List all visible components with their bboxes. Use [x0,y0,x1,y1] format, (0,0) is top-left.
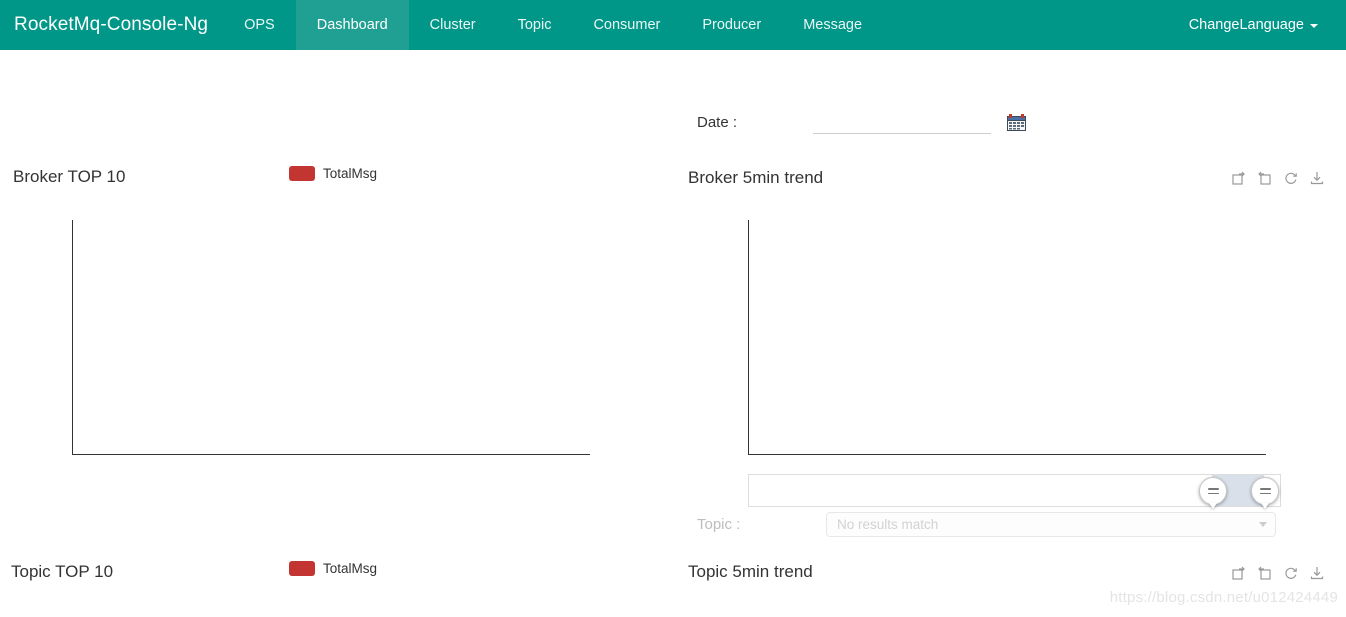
nav-item-producer[interactable]: Producer [681,0,782,50]
save-image-icon[interactable] [1309,170,1325,186]
x-axis-line [72,454,590,455]
data-zoom-handle-left[interactable] [1199,477,1227,505]
broker-top10-title: Broker TOP 10 [13,167,126,186]
brand-logo[interactable]: RocketMq-Console-Ng [0,0,223,50]
calendar-icon[interactable] [1007,113,1027,131]
legend-swatch-icon [289,561,315,576]
grip-line-icon [1207,492,1219,494]
topic-filter-row: Topic : No results match [697,512,1276,537]
topic-label: Topic : [697,516,741,533]
topic-trend-title: Topic 5min trend [688,562,813,581]
data-zoom-handle-right[interactable] [1251,477,1279,505]
save-image-icon[interactable] [1309,565,1325,581]
data-zoom-reset-icon[interactable] [1257,565,1273,581]
y-axis-line [72,220,73,454]
y-axis-line [748,220,749,454]
x-axis-line [748,454,1266,455]
restore-icon[interactable] [1283,565,1299,581]
legend-label: TotalMsg [323,166,378,181]
legend-swatch-icon [289,166,315,181]
nav-item-message[interactable]: Message [782,0,883,50]
change-language-menu[interactable]: ChangeLanguage [1189,17,1318,33]
top-navbar: RocketMq-Console-Ng OPS Dashboard Cluste… [0,0,1346,50]
topic-top10-legend-totalmsg[interactable]: TotalMsg [289,561,377,576]
topic-select-value: No results match [837,517,939,532]
data-zoom-icon[interactable] [1231,565,1247,581]
data-zoom-slider[interactable] [748,474,1281,507]
topic-select[interactable]: No results match [826,512,1276,537]
grip-line-icon [1259,488,1271,490]
navbar-right: ChangeLanguage [1189,0,1346,50]
topic-top10-title: Topic TOP 10 [11,562,114,581]
date-input[interactable] [813,110,992,134]
watermark: https://blog.csdn.net/u012424449 [1109,589,1338,606]
restore-icon[interactable] [1283,170,1299,186]
nav-item-topic[interactable]: Topic [497,0,573,50]
nav-items: OPS Dashboard Cluster Topic Consumer Pro… [223,0,883,50]
nav-item-cluster[interactable]: Cluster [409,0,497,50]
data-zoom-reset-icon[interactable] [1257,170,1273,186]
date-label: Date : [697,113,738,131]
nav-item-ops[interactable]: OPS [223,0,296,50]
broker-trend-title: Broker 5min trend [688,168,824,187]
legend-label: TotalMsg [323,561,378,576]
topic-trend-toolbox [1231,565,1325,581]
date-filter-row: Date : [697,110,1027,134]
chevron-down-icon [1259,522,1267,527]
nav-item-dashboard[interactable]: Dashboard [295,0,409,50]
chevron-down-icon [1310,24,1318,28]
broker-top10-legend-totalmsg[interactable]: TotalMsg [289,166,377,181]
grip-line-icon [1207,488,1219,490]
nav-item-consumer[interactable]: Consumer [572,0,681,50]
data-zoom-icon[interactable] [1231,170,1247,186]
change-language-label: ChangeLanguage [1188,17,1304,33]
broker-trend-toolbox [1231,170,1325,186]
grip-line-icon [1259,492,1271,494]
